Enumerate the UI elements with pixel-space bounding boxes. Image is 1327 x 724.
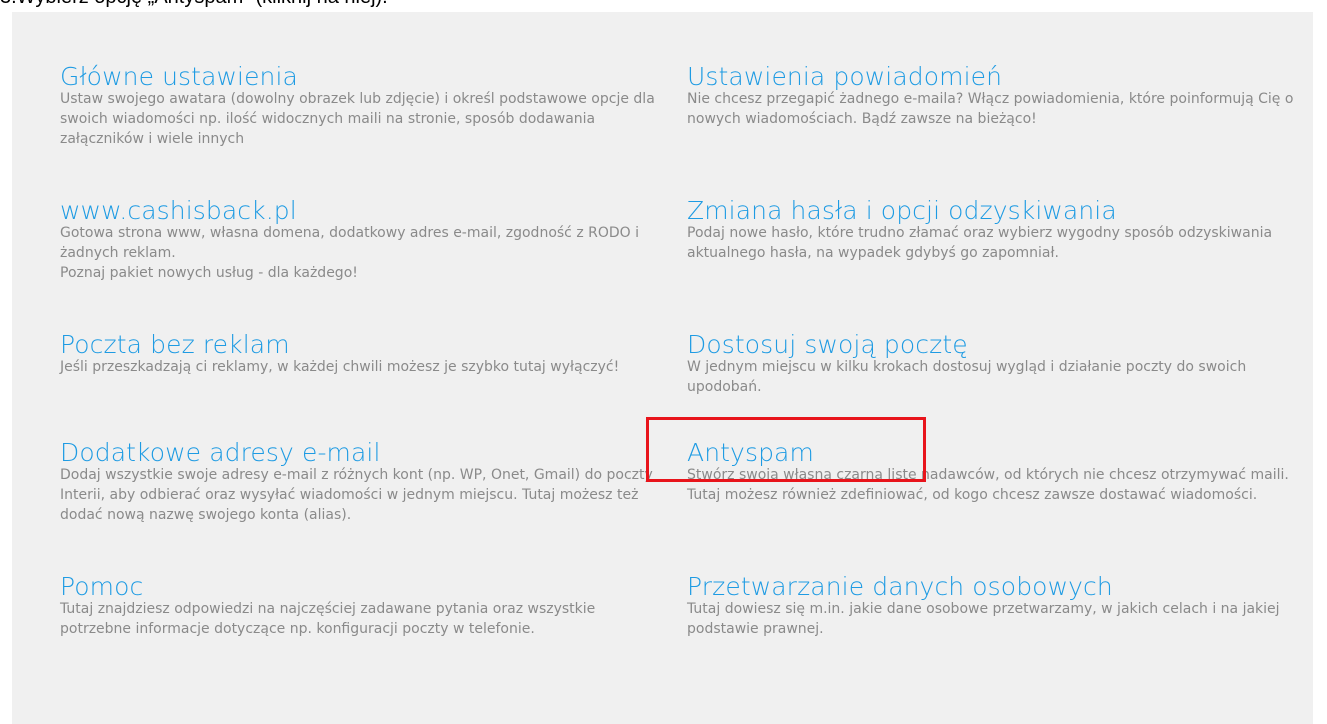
settings-item-description: Stwórz swoją własną czarną listę nadawcó… (687, 467, 1289, 503)
settings-item-description-extra: Poznaj pakiet nowych usług - dla każdego… (60, 265, 358, 281)
settings-item-help[interactable]: Pomoc Tutaj znajdziesz odpowiedzi na naj… (60, 572, 660, 639)
settings-item-title[interactable]: Pomoc (60, 572, 660, 602)
settings-item-antispam[interactable]: Antyspam Stwórz swoją własną czarną list… (687, 438, 1297, 505)
settings-item-customize[interactable]: Dostosuj swoją pocztę W jednym miejscu w… (687, 330, 1297, 397)
settings-item-title[interactable]: Przetwarzanie danych osobowych (687, 572, 1297, 602)
settings-item-title[interactable]: www.cashisback.pl (60, 196, 660, 226)
settings-item-cashisback[interactable]: www.cashisback.pl Gotowa strona www, wła… (60, 196, 660, 283)
settings-item-password[interactable]: Zmiana hasła i opcji odzyskiwania Podaj … (687, 196, 1297, 263)
settings-item-description: Gotowa strona www, własna domena, dodatk… (60, 225, 640, 261)
settings-item-main[interactable]: Główne ustawienia Ustaw swojego awatara … (60, 62, 660, 149)
antispam-link[interactable]: Antyspam (687, 438, 1297, 468)
settings-item-personal-data[interactable]: Przetwarzanie danych osobowych Tutaj dow… (687, 572, 1297, 639)
settings-item-description: Dodaj wszystkie swoje adresy e-mail z ró… (60, 467, 653, 523)
settings-item-title[interactable]: Dostosuj swoją pocztę (687, 330, 1297, 360)
settings-item-title[interactable]: Poczta bez reklam (60, 330, 660, 360)
settings-item-description: Tutaj znajdziesz odpowiedzi na najczęści… (60, 601, 596, 637)
settings-item-title[interactable]: Ustawienia powiadomień (687, 62, 1297, 92)
settings-item-no-ads[interactable]: Poczta bez reklam Jeśli przeszkadzają ci… (60, 330, 660, 377)
settings-item-title[interactable]: Zmiana hasła i opcji odzyskiwania (687, 196, 1297, 226)
settings-item-description: Jeśli przeszkadzają ci reklamy, w każdej… (60, 359, 620, 375)
settings-item-notifications[interactable]: Ustawienia powiadomień Nie chcesz przega… (687, 62, 1297, 129)
settings-panel: Główne ustawienia Ustaw swojego awatara … (12, 12, 1313, 724)
settings-item-title[interactable]: Dodatkowe adresy e-mail (60, 438, 660, 468)
settings-item-description: W jednym miejscu w kilku krokach dostosu… (687, 359, 1247, 395)
settings-item-description: Nie chcesz przegapić żadnego e-maila? Wł… (687, 91, 1294, 127)
settings-item-title[interactable]: Główne ustawienia (60, 62, 660, 92)
settings-item-extra-addresses[interactable]: Dodatkowe adresy e-mail Dodaj wszystkie … (60, 438, 660, 525)
instruction-text: 3.Wybierz opcję „Antyspam” (kliknij na n… (0, 0, 388, 9)
settings-item-description: Tutaj dowiesz się m.in. jakie dane osobo… (687, 601, 1280, 637)
settings-item-description: Ustaw swojego awatara (dowolny obrazek l… (60, 91, 655, 147)
settings-item-description: Podaj nowe hasło, które trudno złamać or… (687, 225, 1273, 261)
